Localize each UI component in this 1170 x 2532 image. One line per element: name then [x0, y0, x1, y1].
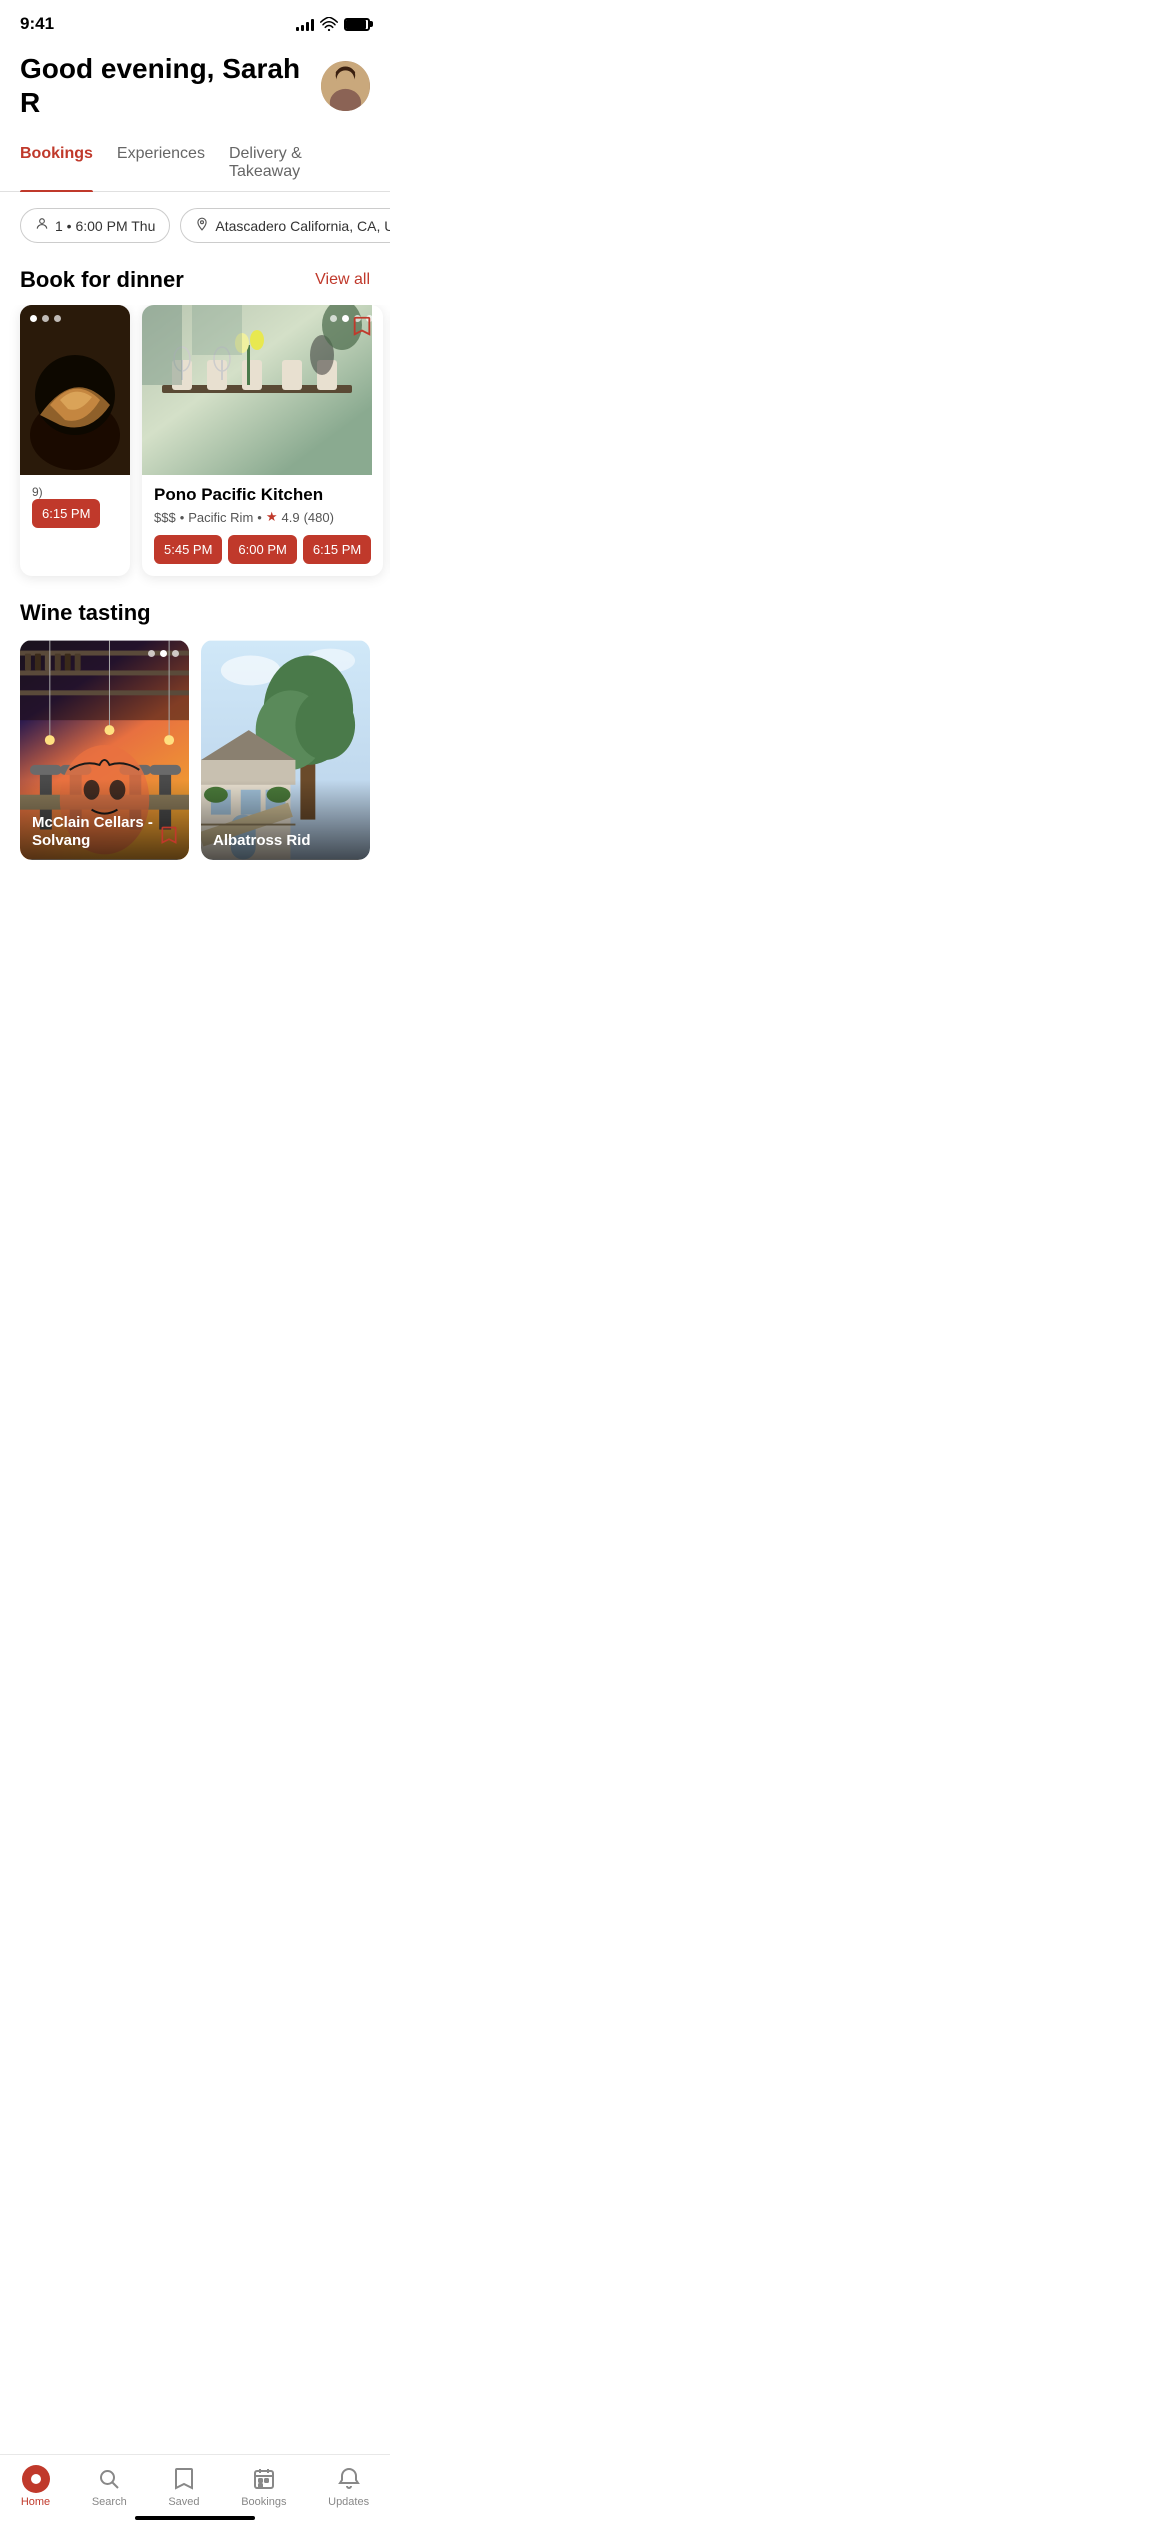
- search-nav-label: Search: [92, 2496, 127, 2508]
- mcclain-bookmark-button[interactable]: [159, 825, 179, 850]
- restaurant-card-pono[interactable]: Pono Pacific Kitchen $$$ • Pacific Rim •…: [142, 305, 383, 576]
- greeting-text: Good evening, Sarah R: [20, 52, 321, 119]
- pono-image-svg: [142, 305, 372, 475]
- pono-rating: 4.9: [282, 510, 300, 525]
- pono-separator-2: •: [257, 510, 262, 525]
- pono-dot-2: [342, 315, 349, 322]
- status-icons: [296, 17, 370, 31]
- pono-slot-615[interactable]: 6:15 PM: [303, 535, 371, 564]
- food-image-svg: [20, 305, 130, 475]
- person-icon: [35, 217, 49, 234]
- home-icon: [22, 2465, 50, 2493]
- mcclain-dots: [148, 650, 179, 657]
- nav-updates[interactable]: Updates: [328, 2465, 369, 2508]
- pono-slot-545[interactable]: 5:45 PM: [154, 535, 222, 564]
- mcclain-dot-1: [148, 650, 155, 657]
- tab-bookings[interactable]: Bookings: [20, 135, 93, 191]
- tab-experiences[interactable]: Experiences: [117, 135, 205, 191]
- party-time-filter[interactable]: 1 • 6:00 PM Thu: [20, 208, 170, 243]
- mcclain-name: McClain Cellars - Solvang: [32, 814, 153, 850]
- bookings-nav-icon: [250, 2465, 278, 2493]
- albatross-image: [201, 640, 370, 860]
- home-indicator-bar: [135, 2516, 255, 2520]
- wine-cards-row: McClain Cellars - Solvang: [20, 640, 370, 860]
- partial-rating: 9): [32, 485, 118, 499]
- pono-time-slots: 5:45 PM 6:00 PM 6:15 PM: [154, 535, 371, 564]
- home-indicator: [0, 2510, 390, 2526]
- albatross-label-container: Albatross Rid: [213, 832, 358, 850]
- wine-card-albatross[interactable]: Albatross Rid: [201, 640, 370, 860]
- saved-nav-label: Saved: [168, 2496, 199, 2508]
- saved-nav-icon: [170, 2465, 198, 2493]
- pono-star-icon: ★: [266, 509, 278, 525]
- dot-3: [54, 315, 61, 322]
- partial-time-slots: 6:15 PM: [32, 499, 118, 528]
- pono-price: $$$: [154, 510, 176, 525]
- pono-cuisine: Pacific Rim: [188, 510, 253, 525]
- pono-slot-600[interactable]: 6:00 PM: [228, 535, 296, 564]
- dinner-section-header: Book for dinner View all: [0, 259, 390, 305]
- party-time-label: 1 • 6:00 PM Thu: [55, 218, 155, 234]
- mcclain-dot-2: [160, 650, 167, 657]
- pono-card-info: Pono Pacific Kitchen $$$ • Pacific Rim •…: [142, 475, 383, 576]
- restaurant-cards-scroll: 9) 6:15 PM: [0, 305, 390, 592]
- dot-2: [42, 315, 49, 322]
- home-nav-label: Home: [21, 2496, 50, 2508]
- status-bar: 9:41: [0, 0, 390, 42]
- updates-nav-label: Updates: [328, 2496, 369, 2508]
- dot-1: [30, 315, 37, 322]
- location-label: Atascadero California, CA, United St: [215, 218, 390, 234]
- home-inner-dot: [31, 2474, 41, 2484]
- card-image-partial: [20, 305, 130, 475]
- wine-tasting-section: Wine tasting: [0, 592, 390, 876]
- bookings-nav-label: Bookings: [241, 2496, 286, 2508]
- pono-name: Pono Pacific Kitchen: [154, 485, 371, 505]
- card-dots-left: [30, 315, 61, 322]
- location-filter[interactable]: Atascadero California, CA, United St: [180, 208, 390, 243]
- nav-saved[interactable]: Saved: [168, 2465, 199, 2508]
- pono-separator-1: •: [180, 510, 185, 525]
- mcclain-label-container: McClain Cellars - Solvang: [32, 814, 153, 850]
- nav-bookings[interactable]: Bookings: [241, 2465, 286, 2508]
- pono-meta: $$$ • Pacific Rim • ★ 4.9 (480): [154, 509, 371, 525]
- wine-card-mcclain[interactable]: McClain Cellars - Solvang: [20, 640, 189, 860]
- albatross-name: Albatross Rid: [213, 832, 358, 850]
- partial-card-info: 9) 6:15 PM: [20, 475, 130, 540]
- nav-home[interactable]: Home: [21, 2465, 50, 2508]
- updates-nav-icon: [335, 2465, 363, 2493]
- signal-icon: [296, 17, 314, 31]
- status-time: 9:41: [20, 14, 54, 34]
- avatar-image: [321, 61, 370, 111]
- tab-delivery[interactable]: Delivery & Takeaway: [229, 135, 346, 191]
- header: Good evening, Sarah R: [0, 42, 390, 135]
- location-pin-icon: [195, 217, 209, 234]
- pono-card-image: [142, 305, 383, 475]
- mcclain-dot-3: [172, 650, 179, 657]
- pono-bookmark-button[interactable]: [351, 315, 373, 342]
- pono-rating-count: (480): [304, 510, 334, 525]
- time-slot-615-partial[interactable]: 6:15 PM: [32, 499, 100, 528]
- search-nav-icon: [95, 2465, 123, 2493]
- avatar[interactable]: [321, 61, 370, 111]
- restaurant-card-partial-left[interactable]: 9) 6:15 PM: [20, 305, 130, 576]
- battery-icon: [344, 18, 370, 31]
- dinner-section-title: Book for dinner: [20, 267, 184, 293]
- view-all-dinner[interactable]: View all: [315, 271, 370, 289]
- wine-section-title: Wine tasting: [20, 600, 370, 626]
- tab-bar: Bookings Experiences Delivery & Takeaway: [0, 135, 390, 192]
- pono-dot-1: [330, 315, 337, 322]
- filter-row: 1 • 6:00 PM Thu Atascadero California, C…: [0, 192, 390, 259]
- wifi-icon: [320, 17, 338, 31]
- nav-search[interactable]: Search: [92, 2465, 127, 2508]
